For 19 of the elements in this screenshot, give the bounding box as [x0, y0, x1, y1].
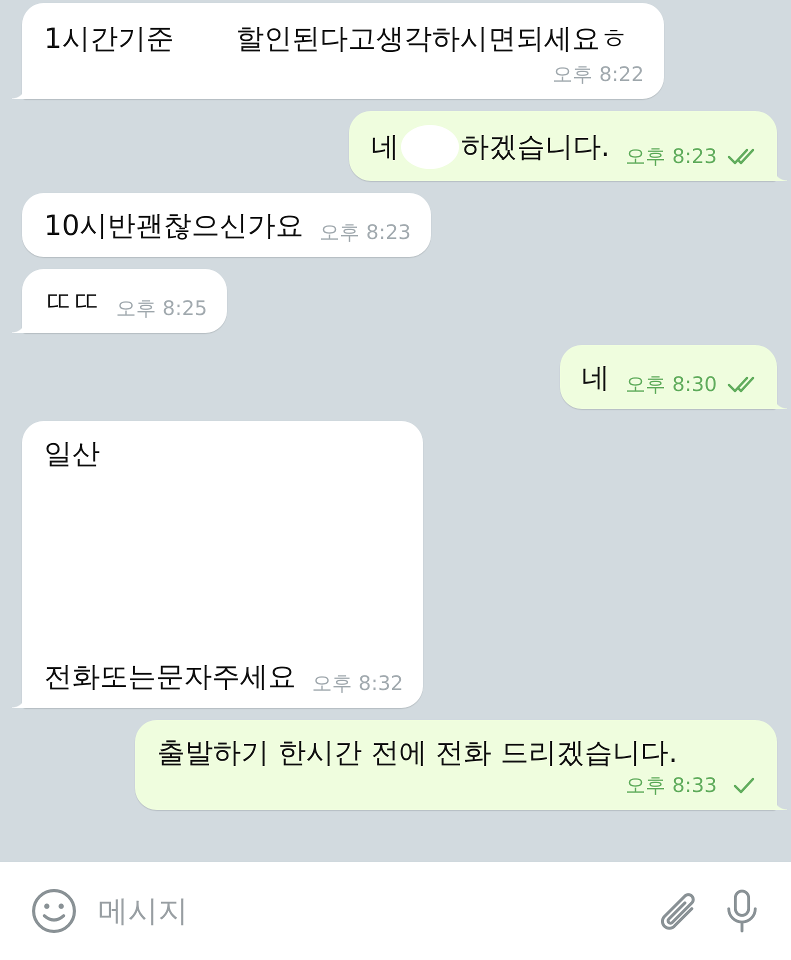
message-text: 1시간기준 — [44, 21, 174, 57]
emoji-icon[interactable] — [30, 887, 78, 935]
message-time: 오후 8:30 — [626, 371, 717, 397]
message-text: 출발하기 한시간 전에 전화 드리겠습니다. — [157, 735, 678, 771]
message-time: 오후 8:32 — [312, 670, 404, 696]
message-time: 오후 8:33 — [626, 772, 717, 798]
message-time: 오후 8:22 — [552, 61, 644, 87]
message-time: 오후 8:25 — [116, 295, 208, 321]
message-text: 전화또는문자주세요 — [44, 659, 296, 695]
message-time: 오후 8:23 — [320, 219, 411, 245]
message-text: 일산 — [44, 436, 100, 472]
message-text: ㄸㄸ — [44, 284, 100, 320]
message-text: 할인된다고생각하시면되세요ㅎ — [236, 21, 628, 57]
message-text: 하겠습니다. — [460, 129, 610, 165]
message-input[interactable]: 메시지 — [98, 894, 635, 928]
message-text: 네 — [582, 360, 610, 396]
message-text: 10시반괜찮으신가요 — [44, 208, 304, 244]
message-time: 오후 8:23 — [626, 143, 717, 169]
message-text: 네 — [370, 129, 399, 165]
